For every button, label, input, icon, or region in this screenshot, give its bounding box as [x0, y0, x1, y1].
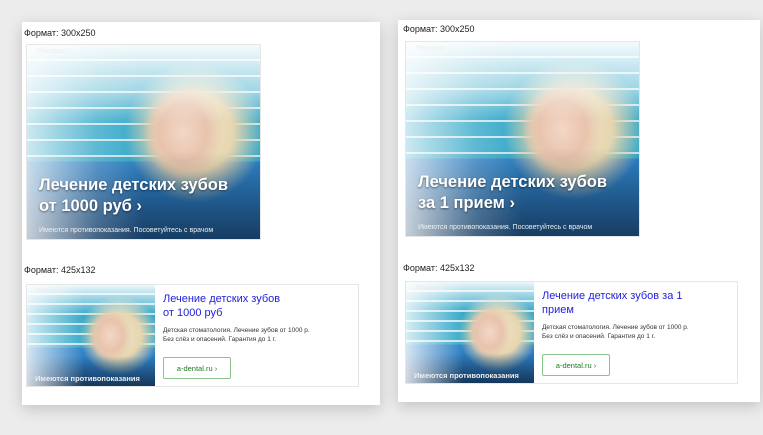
ad-headline: Лечение детских зубов за 1 прием › — [418, 172, 607, 214]
ad-description: Детская стоматология. Лечение зубов от 1… — [163, 326, 353, 344]
site-link-button[interactable]: a-dental.ru › — [163, 357, 231, 379]
desc-line: Без слёз и опасений. Гарантия до 1 г. — [163, 336, 277, 343]
ad-tag: Реклама — [37, 48, 66, 55]
headline-line: Лечение детских зубов — [39, 176, 228, 194]
headline-line: Лечение детских зубов — [418, 173, 607, 191]
ad-banner-425x132[interactable]: Реклама Имеются противопоказания Лечение… — [26, 284, 359, 387]
format-label: Формат: 425x132 — [403, 263, 475, 273]
ad-tag: Реклама — [37, 288, 66, 295]
ad-warning: Имеются противопоказания. Посоветуйтесь … — [39, 227, 214, 234]
title-line: прием — [542, 304, 574, 316]
desc-line: Детская стоматология. Лечение зубов от 1… — [163, 327, 310, 334]
title-line: Лечение детских зубов — [163, 293, 281, 305]
ad-banner-425x132[interactable]: Реклама Имеются противопоказания Лечение… — [405, 281, 738, 384]
ad-banner-300x250[interactable]: Реклама Лечение детских зубов за 1 прием … — [405, 41, 640, 237]
title-line: Лечение детских зубов за 1 — [542, 290, 683, 302]
ad-title[interactable]: Лечение детских зубов от 1000 руб — [163, 292, 353, 320]
ad-image: Реклама Имеются противопоказания — [406, 282, 534, 383]
ad-image: Реклама Имеются противопоказания — [27, 285, 155, 386]
ad-tag: Реклама — [416, 45, 445, 52]
format-label: Формат: 300x250 — [403, 24, 475, 34]
format-label: Формат: 425x132 — [24, 265, 96, 275]
ad-preview-panel-right: Формат: 300x250 Реклама Лечение детских … — [398, 20, 760, 402]
title-line: от 1000 руб — [163, 307, 223, 319]
format-label: Формат: 300x250 — [24, 28, 96, 38]
desc-line: Без слёз и опасений. Гарантия до 1 г. — [542, 333, 656, 340]
ad-preview-panel-left: Формат: 300x250 Реклама Лечение детских … — [22, 22, 380, 405]
desc-line: Детская стоматология. Лечение зубов от 1… — [542, 324, 689, 331]
ad-warning: Имеются противопоказания — [35, 374, 140, 383]
ad-description: Детская стоматология. Лечение зубов от 1… — [542, 323, 732, 341]
headline-line: от 1000 руб › — [39, 197, 142, 215]
ad-banner-300x250[interactable]: Реклама Лечение детских зубов от 1000 руб… — [26, 44, 261, 240]
ad-title[interactable]: Лечение детских зубов за 1 прием — [542, 289, 732, 317]
site-link-button[interactable]: a-dental.ru › — [542, 354, 610, 376]
ad-tag: Реклама — [416, 285, 445, 292]
ad-warning: Имеются противопоказания — [414, 371, 519, 380]
headline-line: за 1 прием › — [418, 194, 515, 212]
ad-headline: Лечение детских зубов от 1000 руб › — [39, 175, 228, 217]
ad-warning: Имеются противопоказания. Посоветуйтесь … — [418, 224, 593, 231]
